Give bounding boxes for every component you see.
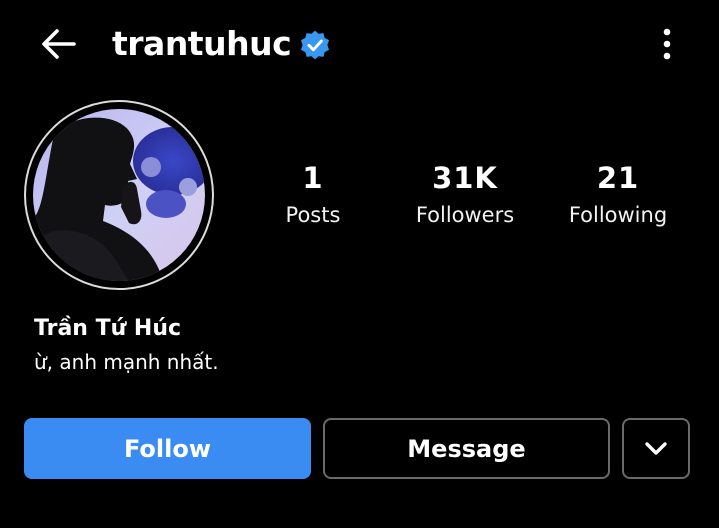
stat-posts[interactable]: 1 Posts: [238, 158, 388, 232]
stat-followers[interactable]: 31K Followers: [390, 158, 540, 232]
avatar-ring[interactable]: [24, 100, 214, 290]
profile-username: trantuhuc: [112, 24, 292, 63]
posts-count: 1: [302, 161, 324, 195]
top-bar: trantuhuc: [0, 0, 719, 88]
followers-label: Followers: [415, 203, 515, 227]
profile-full-name: Trần Tứ Húc: [34, 316, 182, 341]
chevron-down-icon: [645, 441, 667, 455]
arrow-left-icon: [42, 29, 76, 59]
vertical-dots-icon: [663, 28, 671, 60]
verified-badge-icon: [301, 30, 329, 60]
following-label: Following: [568, 203, 668, 227]
more-options-button[interactable]: [652, 26, 682, 62]
back-button[interactable]: [38, 26, 78, 62]
avatar: [33, 109, 205, 281]
following-count: 21: [596, 161, 640, 195]
followers-count: 31K: [432, 161, 498, 195]
stat-following[interactable]: 21 Following: [543, 158, 693, 232]
profile-photo: [33, 109, 205, 281]
posts-label: Posts: [285, 203, 341, 227]
suggested-accounts-button[interactable]: [622, 418, 690, 479]
profile-bio: ừ, anh mạnh nhất.: [34, 350, 219, 374]
follow-button[interactable]: Follow: [24, 418, 311, 479]
message-button[interactable]: Message: [323, 418, 610, 479]
